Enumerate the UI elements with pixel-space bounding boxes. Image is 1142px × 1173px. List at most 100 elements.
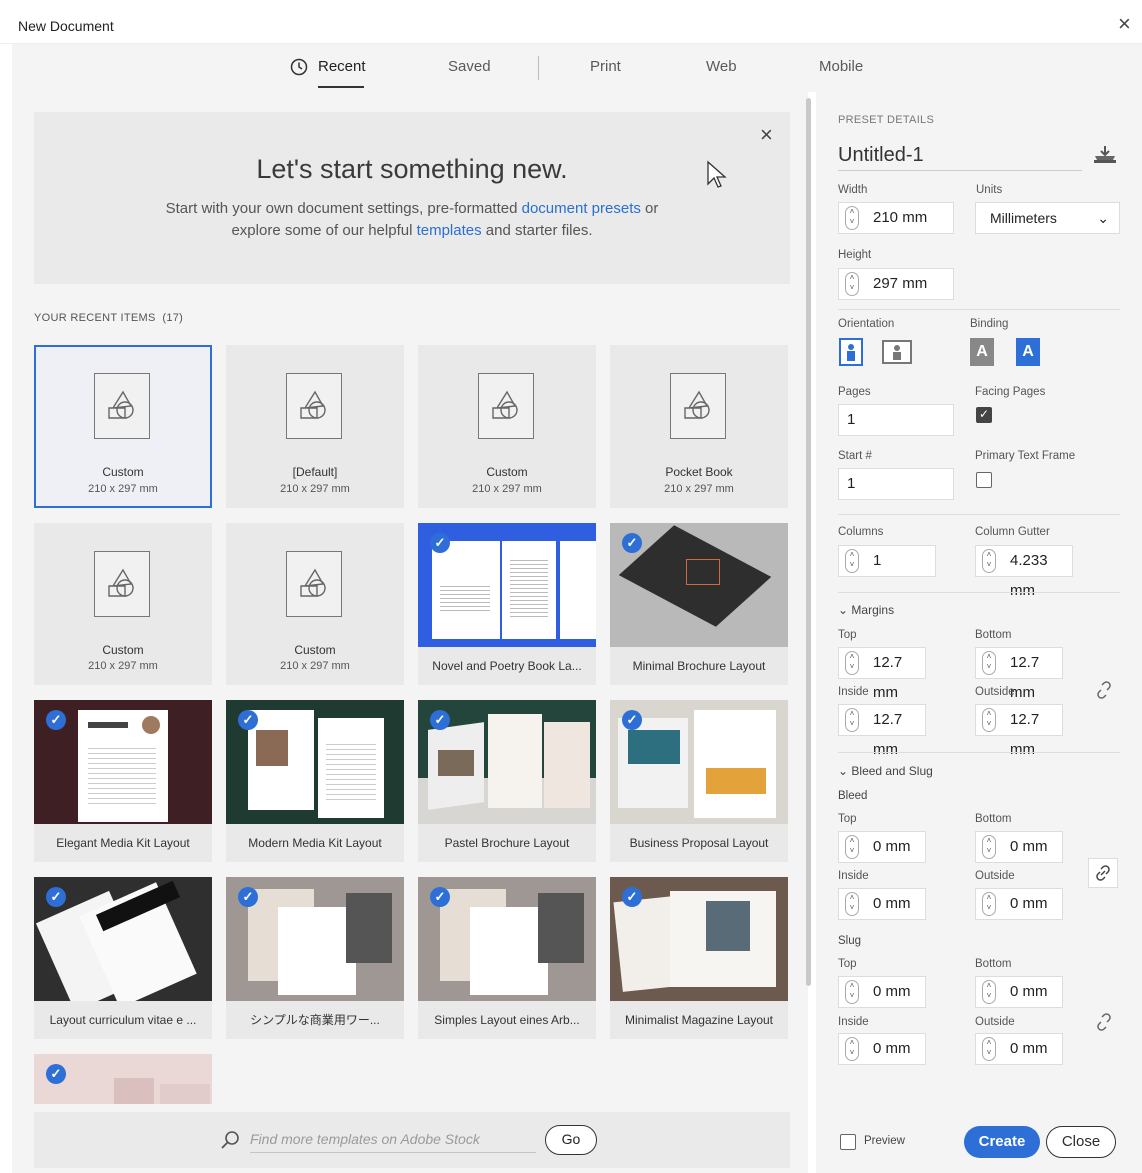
window-close-icon[interactable]: × (1118, 12, 1131, 36)
slug-top-field[interactable]: ˄ ˅ 0 mm (838, 976, 926, 1008)
divider (838, 309, 1120, 310)
checkmark-icon: ✓ (238, 710, 258, 730)
width-field[interactable]: ˄ ˅ 210 mm (838, 202, 954, 234)
stepper-icon[interactable]: ˄ ˅ (982, 892, 996, 916)
preset-size: 210 x 297 mm (664, 483, 734, 495)
stepper-icon[interactable]: ˄ ˅ (845, 980, 859, 1004)
column-gutter-label: Column Gutter (975, 526, 1050, 538)
template-name: シンプルな商業用ワー... (250, 1013, 380, 1027)
primary-text-frame-label: Primary Text Frame (975, 450, 1076, 462)
stepper-icon[interactable]: ˄ ˅ (845, 549, 859, 573)
preset-card[interactable]: [Default] 210 x 297 mm (226, 345, 404, 508)
create-button[interactable]: Create (964, 1126, 1040, 1158)
templates-link[interactable]: templates (417, 222, 482, 239)
column-gutter-field[interactable]: ˄ ˅ 4.233 mm (975, 545, 1073, 599)
stepper-icon[interactable]: ˄ ˅ (982, 980, 996, 1004)
preset-card[interactable]: Custom 210 x 297 mm (34, 345, 212, 508)
preset-card[interactable]: Pocket Book 210 x 297 mm (610, 345, 788, 508)
slug-outside-value: 0 mm (1010, 1040, 1048, 1057)
primary-text-frame-checkbox[interactable] (976, 472, 992, 488)
close-button[interactable]: Close (1046, 1126, 1116, 1158)
tab-mobile[interactable]: Mobile (819, 58, 863, 75)
stepper-icon[interactable]: ˄ ˅ (845, 1037, 859, 1061)
margins-section-toggle[interactable]: ⌄ Margins (838, 603, 894, 617)
unlink-icon[interactable] (1094, 680, 1114, 700)
tab-print[interactable]: Print (590, 58, 621, 75)
welcome-title: Let's start something new. (256, 154, 568, 184)
bleed-outside-field[interactable]: ˄ ˅ 0 mm (975, 888, 1063, 920)
stepper-icon[interactable]: ˄ ˅ (845, 651, 859, 675)
template-card[interactable]: ✓ Elegant Media Kit Layout (34, 700, 212, 862)
height-field[interactable]: ˄ ˅ 297 mm (838, 268, 954, 300)
bleed-slug-section-toggle[interactable]: ⌄ Bleed and Slug (838, 764, 933, 778)
preview-checkbox[interactable] (840, 1134, 856, 1150)
stepper-icon[interactable]: ˄ ˅ (845, 835, 859, 859)
stepper-icon[interactable]: ˄ ˅ (982, 708, 996, 732)
landscape-orientation-icon[interactable] (882, 340, 912, 364)
units-dropdown[interactable]: Millimeters ⌄ (975, 202, 1120, 234)
pages-field[interactable]: 1 (838, 404, 954, 436)
template-card[interactable]: ✓ Pastel Brochure Layout (418, 700, 596, 862)
bleed-bottom-field[interactable]: ˄ ˅ 0 mm (975, 831, 1063, 863)
welcome-close-icon[interactable]: × (760, 122, 773, 148)
facing-pages-checkbox[interactable]: ✓ (976, 407, 992, 423)
binding-label: Binding (970, 318, 1009, 330)
margin-top-field[interactable]: ˄ ˅ 12.7 mm (838, 647, 926, 701)
window-title: New Document (18, 18, 114, 34)
stepper-icon[interactable]: ˄ ˅ (845, 272, 859, 296)
slug-bottom-field[interactable]: ˄ ˅ 0 mm (975, 976, 1063, 1008)
tab-web[interactable]: Web (706, 58, 737, 75)
bleed-outside-value: 0 mm (1010, 895, 1048, 912)
save-preset-icon[interactable] (1092, 144, 1118, 164)
stepper-icon[interactable]: ˄ ˅ (982, 651, 996, 675)
right-binding-icon[interactable]: A (1016, 338, 1040, 366)
template-card[interactable]: ✓ (34, 1054, 212, 1104)
preset-name: Custom (486, 465, 528, 479)
template-card[interactable]: ✓ Simples Layout eines Arb... (418, 877, 596, 1039)
template-card[interactable]: ✓ Minimal Brochure Layout (610, 523, 788, 685)
template-card[interactable]: ✓ Minimalist Magazine Layout (610, 877, 788, 1039)
margin-outside-field[interactable]: ˄ ˅ 12.7 mm (975, 704, 1063, 758)
template-name: Modern Media Kit Layout (248, 836, 382, 850)
checkmark-icon: ✓ (622, 887, 642, 907)
bleed-top-field[interactable]: ˄ ˅ 0 mm (838, 831, 926, 863)
template-card[interactable]: ✓ Business Proposal Layout (610, 700, 788, 862)
unlink-icon[interactable] (1094, 1012, 1114, 1032)
scrollbar[interactable] (806, 98, 811, 986)
template-card[interactable]: ✓ Modern Media Kit Layout (226, 700, 404, 862)
preset-card[interactable]: Custom 210 x 297 mm (418, 345, 596, 508)
stepper-icon[interactable]: ˄ ˅ (845, 206, 859, 230)
start-page-field[interactable]: 1 (838, 468, 954, 500)
preset-card[interactable]: Custom 210 x 297 mm (34, 523, 212, 685)
slug-inside-field[interactable]: ˄ ˅ 0 mm (838, 1033, 926, 1065)
stepper-icon[interactable]: ˄ ˅ (845, 892, 859, 916)
tab-recent[interactable]: Recent (290, 58, 366, 76)
link-icon[interactable] (1088, 858, 1118, 888)
left-binding-icon[interactable]: A (970, 338, 994, 366)
slug-top-value: 0 mm (873, 983, 911, 1000)
preset-name-field[interactable]: Untitled-1 (838, 144, 924, 167)
margin-bottom-field[interactable]: ˄ ˅ 12.7 mm (975, 647, 1063, 701)
stepper-icon[interactable]: ˄ ˅ (845, 708, 859, 732)
preset-card[interactable]: Custom 210 x 297 mm (226, 523, 404, 685)
bleed-inside-field[interactable]: ˄ ˅ 0 mm (838, 888, 926, 920)
stepper-icon[interactable]: ˄ ˅ (982, 1037, 996, 1061)
margin-top-label: Top (838, 629, 857, 641)
margin-inside-field[interactable]: ˄ ˅ 12.7 mm (838, 704, 926, 758)
divider (838, 752, 1120, 753)
template-card[interactable]: ✓ Novel and Poetry Book La... (418, 523, 596, 685)
columns-field[interactable]: ˄ ˅ 1 (838, 545, 936, 577)
portrait-orientation-icon[interactable] (839, 338, 863, 366)
stock-search-input[interactable]: Find more templates on Adobe Stock (250, 1131, 480, 1147)
tab-recent-label: Recent (318, 58, 366, 75)
stepper-icon[interactable]: ˄ ˅ (982, 549, 996, 573)
template-card[interactable]: ✓ シンプルな商業用ワー... (226, 877, 404, 1039)
tab-saved[interactable]: Saved (448, 58, 491, 75)
go-button[interactable]: Go (545, 1125, 597, 1155)
slug-outside-field[interactable]: ˄ ˅ 0 mm (975, 1033, 1063, 1065)
document-presets-link[interactable]: document presets (522, 200, 641, 217)
preset-details-header: PRESET DETAILS (838, 114, 935, 126)
stepper-icon[interactable]: ˄ ˅ (982, 835, 996, 859)
document-shapes-icon (286, 551, 342, 617)
template-card[interactable]: ✓ Layout curriculum vitae e ... (34, 877, 212, 1039)
